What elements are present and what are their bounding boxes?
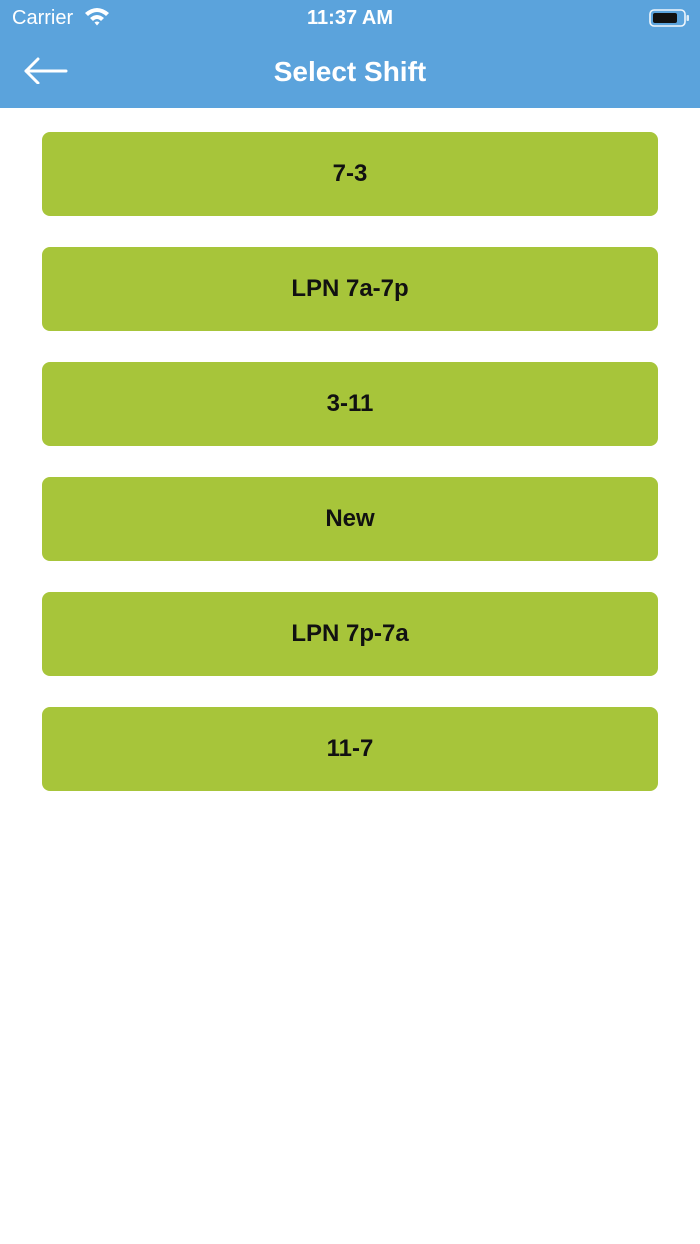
top-bar: Carrier 11:37 AM Select Shift <box>0 0 700 108</box>
shift-button-lpn-7p-7a[interactable]: LPN 7p-7a <box>42 592 658 676</box>
shift-button-7-3[interactable]: 7-3 <box>42 132 658 216</box>
status-bar: Carrier 11:37 AM <box>0 0 700 36</box>
shift-button-new[interactable]: New <box>42 477 658 561</box>
status-time: 11:37 AM <box>307 7 393 29</box>
nav-bar: Select Shift <box>0 36 700 108</box>
shift-button-3-11[interactable]: 3-11 <box>42 362 658 446</box>
shift-list: 7-3 LPN 7a-7p 3-11 New LPN 7p-7a 11-7 <box>42 132 658 822</box>
page-title: Select Shift <box>273 56 427 87</box>
shift-button-lpn-7a-7p[interactable]: LPN 7a-7p <box>42 247 658 331</box>
shift-button-11-7[interactable]: 11-7 <box>42 707 658 791</box>
battery-icon <box>649 8 691 28</box>
